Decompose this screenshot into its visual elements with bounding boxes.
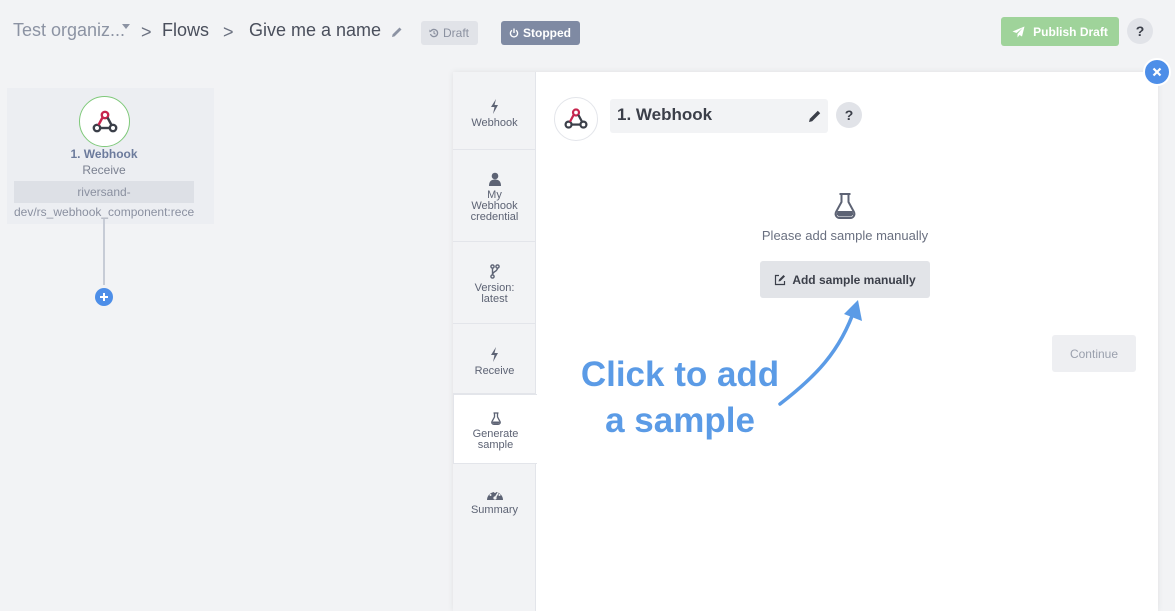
sample-message: Please add sample manually [761,228,929,243]
close-icon [1152,67,1162,77]
add-step-button[interactable] [95,288,113,306]
help-button[interactable]: ? [1127,18,1153,44]
bolt-icon [491,98,498,114]
step-avatar [554,97,598,141]
chevron-down-icon[interactable] [122,24,130,29]
history-icon [429,28,439,38]
step-label: Summary [470,504,519,516]
publish-draft-label: Publish Draft [1033,24,1108,39]
step-nav-generate-sample[interactable]: Generate sample [453,394,537,464]
plus-icon [100,293,108,301]
step-nav-receive[interactable]: Receive [453,324,536,394]
flow-name[interactable]: Give me a name [249,20,381,41]
step-nav-webhook[interactable]: Webhook [453,72,536,150]
step-help-button[interactable]: ? [836,102,862,128]
step-label: credential [470,211,519,223]
step-nav-version[interactable]: Version: latest [453,242,536,324]
step-label: latest [481,293,508,305]
step-nav-summary[interactable]: Summary [453,464,536,540]
annotation-arrow-icon [778,300,862,406]
webhook-icon [564,108,588,129]
breadcrumb-flows[interactable]: Flows [162,20,209,41]
webhook-node[interactable] [79,96,130,147]
node-title: 1. Webhook [70,147,138,161]
step-nav-credential[interactable]: My Webhook credential [453,150,536,242]
edit-icon [775,274,786,285]
callout-line: a sample [605,401,755,440]
user-icon [488,172,501,186]
node-component: riversand- [14,181,194,203]
stopped-label: Stopped [523,26,571,40]
edit-pencil-icon[interactable] [808,109,822,123]
close-panel-button[interactable] [1143,58,1171,86]
publish-draft-button[interactable]: Publish Draft [1001,17,1119,46]
top-bar: Test organiz... > Flows > Give me a name… [0,0,1175,64]
flask-icon [834,193,856,219]
draft-badge[interactable]: Draft [421,21,479,45]
dashboard-icon [486,491,503,500]
bolt-icon [491,346,498,362]
step-nav: Webhook My Webhook credential Version: l… [453,72,537,611]
webhook-icon [92,110,117,132]
step-label: Generate [472,427,519,440]
node-subtitle: Receive [82,163,126,177]
annotation-callout: Click to add a sample [560,352,800,444]
stopped-badge[interactable]: Stopped [501,21,580,45]
step-label: sample [477,438,514,451]
step-label: Webhook [471,116,518,129]
continue-button[interactable]: Continue [1052,335,1136,372]
paper-plane-icon [1012,26,1025,37]
add-sample-label: Add sample manually [792,272,916,287]
branch-icon [489,264,500,279]
edit-pencil-icon[interactable] [391,26,403,38]
breadcrumb-separator: > [223,22,234,42]
breadcrumb-separator: > [141,22,152,42]
connector-line [103,219,105,285]
step-title: 1. Webhook [617,105,713,124]
step-label: Receive [474,364,515,377]
flask-icon [490,411,501,425]
callout-line: Click to add [580,355,780,394]
power-icon [509,28,519,38]
breadcrumb-organization[interactable]: Test organiz... [13,20,125,41]
draft-label: Draft [443,26,470,40]
